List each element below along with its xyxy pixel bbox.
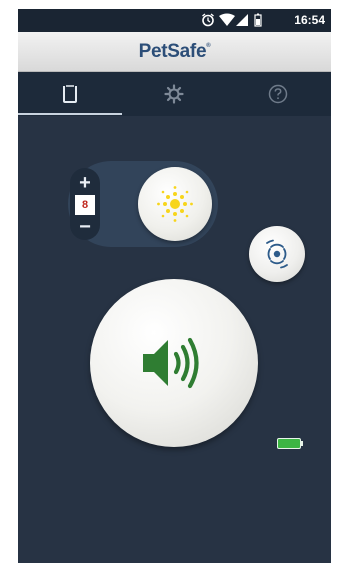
increment-button[interactable]: + (70, 172, 100, 194)
wifi-icon (219, 13, 235, 26)
vibrate-icon (266, 239, 288, 269)
collar-battery-indicator (277, 436, 303, 449)
light-burst-icon (157, 186, 193, 222)
light-button[interactable] (138, 167, 212, 241)
vibrate-button[interactable] (249, 226, 305, 282)
light-level-stepper: + 8 − (70, 168, 100, 240)
status-bar: 16:54 (18, 9, 331, 32)
tab-help[interactable] (226, 72, 330, 116)
app-bar: PetSafe® (18, 32, 331, 72)
battery-icon (254, 13, 262, 27)
gear-icon (164, 84, 184, 104)
alarm-icon (202, 13, 214, 27)
status-icons (201, 13, 279, 27)
trademark-mark: ® (206, 43, 211, 49)
tone-button[interactable] (90, 279, 258, 447)
collar-remote-icon (63, 85, 77, 103)
battery-full-icon (277, 438, 303, 449)
help-icon (268, 84, 288, 104)
decrement-button[interactable]: − (70, 216, 100, 238)
app-title-text: PetSafe (138, 41, 207, 62)
light-level-value: 8 (75, 195, 95, 215)
tab-settings[interactable] (122, 72, 226, 116)
speaker-icon (143, 337, 199, 389)
app-screen: 16:54 PetSafe® + 8 − (18, 9, 331, 563)
app-title: PetSafe® (139, 41, 211, 63)
status-time: 16:54 (294, 13, 325, 27)
signal-icon (236, 14, 248, 26)
tab-remote[interactable] (18, 72, 122, 116)
tab-bar (18, 72, 331, 116)
